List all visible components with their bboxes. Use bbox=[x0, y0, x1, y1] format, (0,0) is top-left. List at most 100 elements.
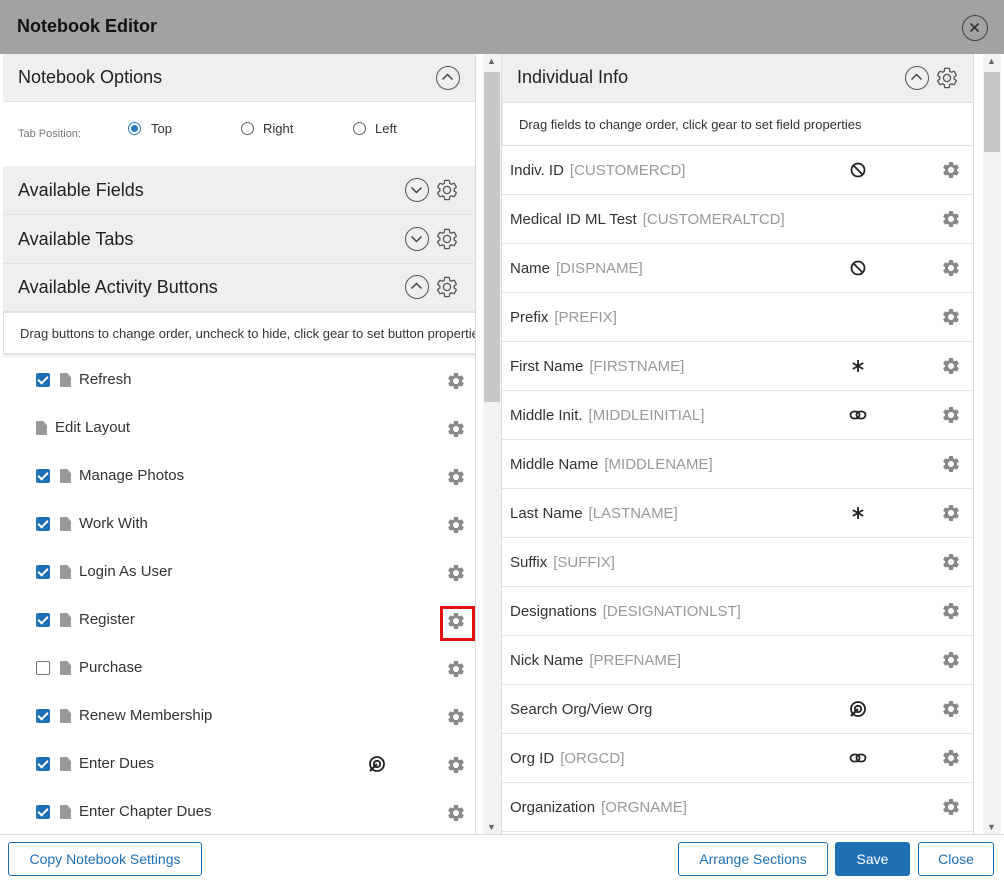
gear-icon[interactable] bbox=[941, 699, 961, 719]
arrange-sections-button[interactable]: Arrange Sections bbox=[678, 842, 828, 876]
field-row[interactable]: Name [DISPNAME] bbox=[502, 244, 973, 293]
radio-left[interactable] bbox=[353, 122, 366, 135]
left-scrollbar[interactable]: ▲ ▼ bbox=[483, 54, 501, 834]
field-row[interactable]: Prefix [PREFIX] bbox=[502, 293, 973, 342]
field-row[interactable]: First Name [FIRSTNAME] bbox=[502, 342, 973, 391]
gear-icon[interactable] bbox=[435, 227, 459, 251]
document-icon bbox=[60, 565, 71, 579]
radio-top[interactable] bbox=[128, 122, 141, 135]
tab-position-group: Tab Position: Top Right Left bbox=[3, 102, 475, 166]
scroll-up-icon[interactable]: ▲ bbox=[987, 56, 996, 66]
expand-icon[interactable] bbox=[405, 178, 429, 202]
field-row[interactable]: Middle Init. [MIDDLEINITIAL] bbox=[502, 391, 973, 440]
gear-icon[interactable] bbox=[941, 454, 961, 474]
field-row[interactable]: Suffix [SUFFIX] bbox=[502, 538, 973, 587]
activity-button-row-purchase[interactable]: Purchase bbox=[3, 651, 476, 699]
field-row[interactable]: Indiv. ID [CUSTOMERCD] bbox=[502, 146, 973, 195]
gear-icon[interactable] bbox=[941, 552, 961, 572]
available-activity-buttons-header[interactable]: Available Activity Buttons bbox=[3, 264, 475, 312]
gear-icon[interactable] bbox=[935, 66, 959, 90]
checkbox[interactable] bbox=[36, 469, 50, 483]
activity-button-row-edit-layout[interactable]: Edit Layout bbox=[3, 411, 476, 459]
activity-button-label: Enter Dues bbox=[79, 755, 155, 772]
activity-button-row-enter-chapter-dues[interactable]: Enter Chapter Dues bbox=[3, 795, 476, 834]
gear-icon[interactable] bbox=[446, 419, 466, 439]
field-row[interactable]: Last Name [LASTNAME] bbox=[502, 489, 973, 538]
field-name: Org ID [ORGCD] bbox=[510, 750, 625, 767]
target-icon bbox=[369, 756, 385, 772]
expand-icon[interactable] bbox=[405, 227, 429, 251]
scroll-down-icon[interactable]: ▼ bbox=[487, 822, 496, 832]
close-button[interactable]: Close bbox=[918, 842, 994, 876]
activity-button-row-manage-photos[interactable]: Manage Photos bbox=[3, 459, 476, 507]
gear-icon[interactable] bbox=[941, 748, 961, 768]
field-row[interactable]: Search Org/View Org bbox=[502, 685, 973, 734]
field-row[interactable]: Designations [DESIGNATIONLST] bbox=[502, 587, 973, 636]
gear-icon[interactable] bbox=[446, 563, 466, 583]
tab-position-label: Tab Position: bbox=[18, 128, 81, 140]
notebook-options-header[interactable]: Notebook Options bbox=[3, 54, 475, 102]
collapse-icon[interactable] bbox=[436, 66, 460, 90]
copy-notebook-settings-button[interactable]: Copy Notebook Settings bbox=[8, 842, 202, 876]
field-row[interactable]: Medical ID ML Test [CUSTOMERALTCD] bbox=[502, 195, 973, 244]
scroll-up-icon[interactable]: ▲ bbox=[487, 56, 496, 66]
available-tabs-header[interactable]: Available Tabs bbox=[3, 215, 475, 264]
asterisk-icon bbox=[852, 360, 864, 372]
radio-right[interactable] bbox=[241, 122, 254, 135]
scroll-down-icon[interactable]: ▼ bbox=[987, 822, 996, 832]
gear-icon[interactable] bbox=[941, 650, 961, 670]
scrollbar-thumb[interactable] bbox=[984, 72, 1000, 152]
collapse-icon[interactable] bbox=[405, 275, 429, 299]
field-row[interactable]: Nick Name [PREFNAME] bbox=[502, 636, 973, 685]
gear-icon[interactable] bbox=[435, 178, 459, 202]
scrollbar-thumb[interactable] bbox=[484, 72, 500, 402]
gear-icon[interactable] bbox=[941, 209, 961, 229]
checkbox[interactable] bbox=[36, 661, 50, 675]
field-name: Middle Init. [MIDDLEINITIAL] bbox=[510, 407, 705, 424]
checkbox[interactable] bbox=[36, 757, 50, 771]
gear-icon[interactable] bbox=[446, 371, 466, 391]
gear-icon[interactable] bbox=[446, 467, 466, 487]
checkbox[interactable] bbox=[36, 709, 50, 723]
field-row[interactable]: Org ID [ORGCD] bbox=[502, 734, 973, 783]
activity-button-row-renew-membership[interactable]: Renew Membership bbox=[3, 699, 476, 747]
field-code: [DESIGNATIONLST] bbox=[602, 603, 741, 620]
gear-icon[interactable] bbox=[941, 356, 961, 376]
activity-button-row-enter-dues[interactable]: Enter Dues bbox=[3, 747, 476, 795]
gear-icon[interactable] bbox=[446, 515, 466, 535]
save-button[interactable]: Save bbox=[835, 842, 910, 876]
gear-icon[interactable] bbox=[435, 275, 459, 299]
gear-icon[interactable] bbox=[941, 503, 961, 523]
field-row[interactable]: Middle Name [MIDDLENAME] bbox=[502, 440, 973, 489]
gear-icon[interactable] bbox=[446, 803, 466, 823]
available-fields-header[interactable]: Available Fields bbox=[3, 166, 475, 215]
checkbox[interactable] bbox=[36, 517, 50, 531]
dialog-title: Notebook Editor bbox=[17, 16, 157, 36]
activity-button-row-register[interactable]: Register bbox=[3, 603, 475, 651]
checkbox[interactable] bbox=[36, 805, 50, 819]
gear-icon[interactable] bbox=[941, 258, 961, 278]
gear-icon[interactable] bbox=[446, 755, 466, 775]
gear-icon[interactable] bbox=[941, 405, 961, 425]
individual-info-header[interactable]: Individual Info bbox=[502, 54, 973, 102]
no-entry-icon bbox=[850, 260, 866, 276]
activity-button-row-work-with[interactable]: Work With bbox=[3, 507, 476, 555]
activity-button-row-login-as-user[interactable]: Login As User bbox=[3, 555, 476, 603]
field-code: [PREFNAME] bbox=[589, 652, 682, 669]
checkbox[interactable] bbox=[36, 613, 50, 627]
gear-icon[interactable] bbox=[941, 307, 961, 327]
gear-icon[interactable] bbox=[446, 707, 466, 727]
collapse-icon[interactable] bbox=[905, 66, 929, 90]
field-code: [CUSTOMERCD] bbox=[569, 162, 686, 179]
activity-button-row-refresh[interactable]: Refresh bbox=[3, 363, 476, 411]
field-name: Organization [ORGNAME] bbox=[510, 799, 687, 816]
field-row[interactable]: Organization [ORGNAME] bbox=[502, 783, 973, 832]
gear-icon[interactable] bbox=[446, 659, 466, 679]
gear-icon[interactable] bbox=[941, 797, 961, 817]
gear-icon[interactable] bbox=[941, 601, 961, 621]
close-dialog-button[interactable] bbox=[962, 15, 988, 41]
right-scrollbar[interactable]: ▲ ▼ bbox=[983, 54, 1001, 834]
checkbox[interactable] bbox=[36, 565, 50, 579]
gear-icon[interactable] bbox=[941, 160, 961, 180]
checkbox[interactable] bbox=[36, 373, 50, 387]
